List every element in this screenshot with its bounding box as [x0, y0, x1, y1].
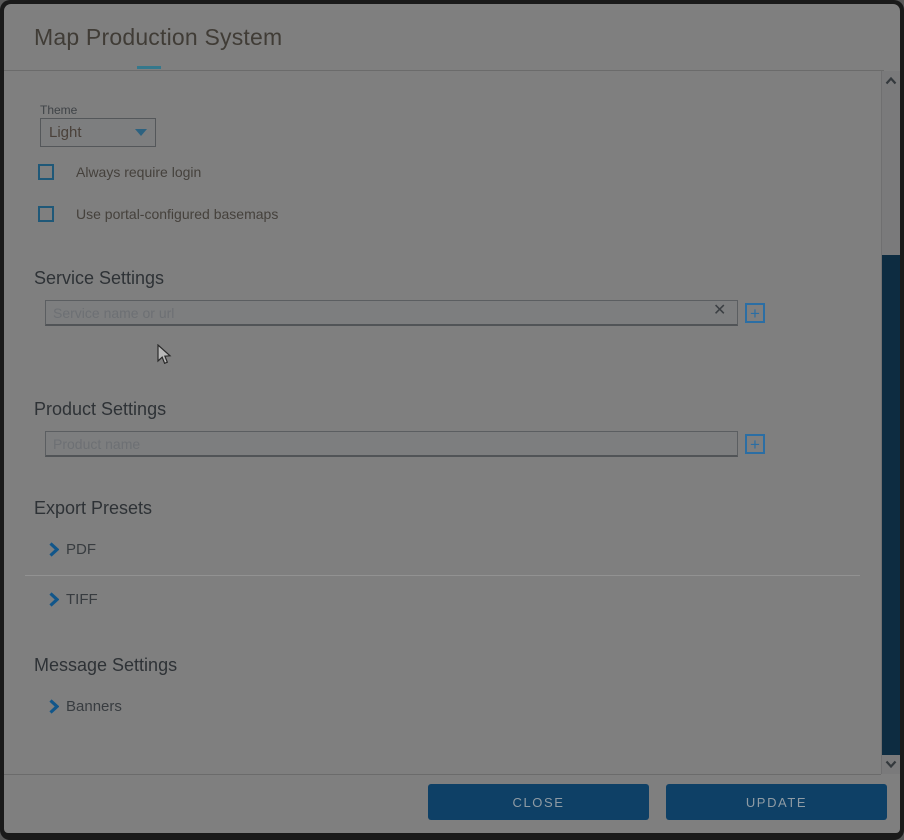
preset-divider — [25, 575, 860, 576]
map-production-system-dialog: Map Production System Theme Light Always… — [4, 4, 900, 833]
dialog-title: Map Production System — [34, 24, 282, 51]
always-require-login-row[interactable]: Always require login — [38, 164, 201, 180]
service-settings-heading: Service Settings — [34, 268, 164, 289]
chevron-up-icon — [885, 77, 897, 85]
product-name-input[interactable] — [45, 431, 738, 457]
theme-select[interactable]: Light — [40, 118, 156, 147]
export-preset-tiff-row[interactable]: TIFF — [48, 591, 98, 608]
banners-label: Banners — [66, 698, 122, 715]
portal-basemaps-checkbox[interactable] — [38, 206, 54, 222]
mouse-cursor — [157, 344, 172, 365]
header-divider — [4, 70, 884, 71]
update-button[interactable]: UPDATE — [666, 784, 887, 820]
scrolled-element-remnant — [137, 66, 161, 69]
theme-label: Theme — [40, 103, 77, 117]
banners-row[interactable]: Banners — [48, 698, 122, 715]
theme-selected-value: Light — [49, 124, 135, 141]
chevron-right-icon — [48, 592, 59, 607]
export-presets-heading: Export Presets — [34, 498, 152, 519]
portal-basemaps-row[interactable]: Use portal-configured basemaps — [38, 206, 278, 222]
export-preset-pdf-row[interactable]: PDF — [48, 541, 96, 558]
chevron-right-icon — [48, 699, 59, 714]
add-service-button[interactable]: + — [745, 303, 765, 323]
checkbox-label: Use portal-configured basemaps — [76, 206, 278, 222]
close-button[interactable]: CLOSE — [428, 784, 649, 820]
chevron-down-icon — [885, 760, 897, 768]
footer-divider — [4, 774, 881, 775]
plus-icon: + — [750, 304, 760, 323]
always-require-login-checkbox[interactable] — [38, 164, 54, 180]
checkbox-label: Always require login — [76, 164, 201, 180]
add-product-button[interactable]: + — [745, 434, 765, 454]
scroll-down-button[interactable] — [882, 756, 900, 772]
scroll-up-button[interactable] — [882, 73, 900, 89]
message-settings-heading: Message Settings — [34, 655, 177, 676]
chevron-right-icon — [48, 542, 59, 557]
product-settings-heading: Product Settings — [34, 399, 166, 420]
dialog-frame: Map Production System Theme Light Always… — [0, 0, 904, 840]
service-name-input[interactable] — [45, 300, 738, 326]
scrollbar-thumb[interactable] — [882, 255, 900, 755]
chevron-down-icon — [135, 129, 147, 136]
clear-icon[interactable]: ✕ — [713, 303, 726, 319]
preset-label: PDF — [66, 541, 96, 558]
preset-label: TIFF — [66, 591, 98, 608]
vertical-scrollbar[interactable] — [881, 71, 900, 774]
plus-icon: + — [750, 435, 760, 454]
